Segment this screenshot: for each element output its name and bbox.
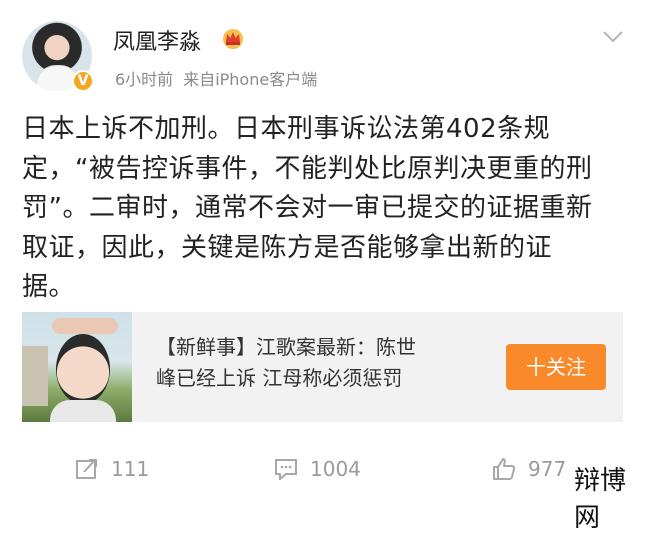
comment-button[interactable]: 1004: [274, 456, 361, 482]
post-text-line: 定，“被告控诉事件，不能判处比原判决更重的刑: [22, 153, 593, 184]
card-title-line: 峰已经上诉 江母称必须惩罚: [156, 366, 403, 390]
repost-button[interactable]: 111: [75, 456, 149, 482]
chevron-down-icon[interactable]: [603, 31, 623, 43]
crown-icon: [223, 29, 243, 49]
follow-button[interactable]: 十关注: [506, 344, 606, 390]
repost-count: 111: [111, 457, 150, 481]
post-text-line: 日本上诉不加刑。日本刑事诉讼法第402条规: [22, 114, 551, 144]
verified-badge: V: [72, 70, 94, 92]
thumbnail-hand: [52, 318, 118, 334]
shared-card[interactable]: 【新鲜事】江歌案最新：陈世 峰已经上诉 江母称必须惩罚 十关注: [22, 312, 623, 422]
thumbs-up-icon: [493, 457, 516, 480]
thumbnail-body: [50, 400, 116, 422]
watermark: 辩博网: [570, 460, 645, 534]
post-text: 日本上诉不加刑。日本刑事诉讼法第402条规 定，“被告控诉事件，不能判处比原判决…: [22, 110, 622, 308]
comment-icon: [275, 458, 297, 481]
comment-count: 1004: [310, 457, 361, 481]
post-text-line: 据。: [22, 272, 76, 302]
username[interactable]: 凤凰李淼: [113, 24, 201, 56]
post-time: 6小时前: [115, 70, 174, 89]
post-header: V 凤凰李淼 6小时前 来自iPhone客户端: [0, 0, 645, 100]
action-bar: 111 1004 977: [0, 448, 645, 492]
post-text-line: 取证，因此，关键是陈方是否能够拿出新的证: [22, 232, 553, 263]
thumbnail-face: [56, 334, 110, 404]
like-button[interactable]: 977: [492, 456, 566, 482]
like-count: 977: [528, 457, 567, 481]
thumbnail-background: [22, 346, 48, 406]
post-meta: 6小时前 来自iPhone客户端: [115, 66, 317, 90]
post-text-line: 罚”。二审时，通常不会对一审已提交的证据重新: [22, 193, 593, 223]
card-title[interactable]: 【新鲜事】江歌案最新：陈世 峰已经上诉 江母称必须惩罚: [156, 332, 486, 394]
post-source[interactable]: 来自iPhone客户端: [183, 70, 317, 89]
card-title-line: 【新鲜事】江歌案最新：陈世: [156, 335, 416, 359]
repost-icon: [76, 458, 97, 479]
card-thumbnail[interactable]: [22, 312, 132, 422]
